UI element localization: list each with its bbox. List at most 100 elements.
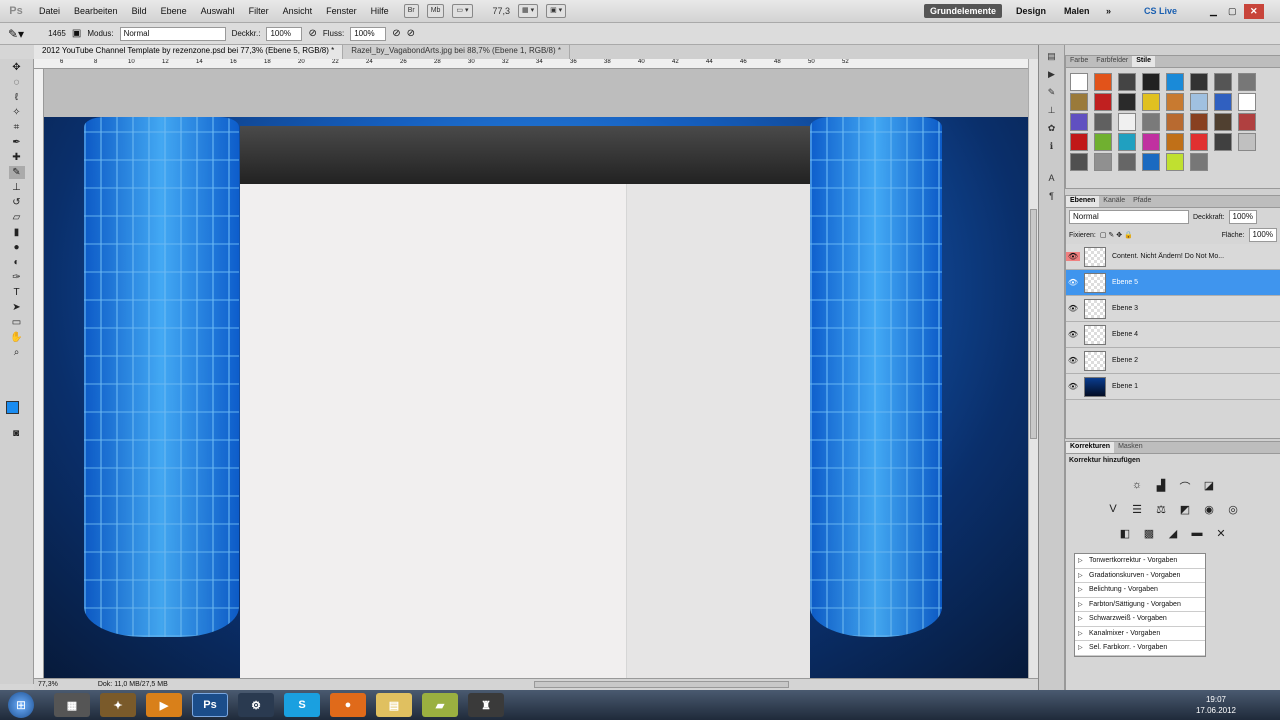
tool-presets-icon[interactable]: ✿ — [1045, 123, 1059, 135]
exposure-icon[interactable]: ◪ — [1200, 479, 1218, 495]
type-tool-icon[interactable]: T — [9, 286, 25, 299]
taskbar-photoshop[interactable]: Ps — [192, 693, 228, 717]
workspace-malen[interactable]: Malen — [1058, 4, 1096, 18]
taskbar-firefox[interactable]: ● — [330, 693, 366, 717]
gradient-map-icon[interactable]: ▬ — [1188, 527, 1206, 543]
posterize-icon[interactable]: ▩ — [1140, 527, 1158, 543]
style-swatch[interactable] — [1142, 73, 1160, 91]
color-balance-icon[interactable]: ⚖ — [1152, 503, 1170, 519]
adjustment-preset-item[interactable]: Sel. Farbkorr. - Vorgaben — [1075, 641, 1205, 656]
tab-pfade[interactable]: Pfade — [1129, 196, 1155, 207]
menu-bild[interactable]: Bild — [125, 6, 154, 16]
adjustment-preset-item[interactable]: Tonwertkorrektur - Vorgaben — [1075, 554, 1205, 569]
taskbar-clock[interactable]: 19:07 17.06.2012 — [1196, 694, 1236, 716]
layer-row[interactable]: 👁 Ebene 1 — [1066, 374, 1280, 400]
vibrance-icon[interactable]: V — [1104, 503, 1122, 519]
history-panel-icon[interactable]: ▤ — [1045, 51, 1059, 63]
style-swatch[interactable] — [1214, 113, 1232, 131]
visibility-eye-icon[interactable]: 👁 — [1066, 252, 1080, 261]
style-swatch[interactable] — [1238, 73, 1256, 91]
canvas-area[interactable] — [44, 69, 1028, 678]
adjustment-preset-item[interactable]: Kanalmixer - Vorgaben — [1075, 627, 1205, 641]
style-swatch[interactable] — [1118, 93, 1136, 111]
tab-ebenen[interactable]: Ebenen — [1066, 196, 1100, 207]
brightness-icon[interactable]: ☼ — [1128, 479, 1146, 495]
cs-live-button[interactable]: CS Live — [1138, 4, 1183, 18]
eyedropper-tool-icon[interactable]: ✒ — [9, 136, 25, 149]
close-icon[interactable]: ✕ — [1244, 4, 1264, 19]
menu-auswahl[interactable]: Auswahl — [194, 6, 242, 16]
brush-tool-icon[interactable]: ✎▾ — [8, 27, 24, 41]
vertical-scroll-thumb[interactable] — [1030, 209, 1037, 439]
workspace-design[interactable]: Design — [1010, 4, 1052, 18]
hand-tool-icon[interactable]: ✋ — [9, 331, 25, 344]
visibility-eye-icon[interactable]: 👁 — [1066, 330, 1080, 339]
black-white-icon[interactable]: ◩ — [1176, 503, 1194, 519]
brush-tool-icon[interactable]: ✎ — [8, 166, 25, 179]
menu-ebene[interactable]: Ebene — [154, 6, 194, 16]
style-swatch[interactable] — [1166, 93, 1184, 111]
dodge-tool-icon[interactable]: ◐ — [9, 256, 25, 269]
style-swatch[interactable] — [1094, 133, 1112, 151]
tab-kanaele[interactable]: Kanäle — [1099, 196, 1129, 207]
tab-masken[interactable]: Masken — [1114, 442, 1147, 453]
visibility-eye-icon[interactable]: 👁 — [1066, 382, 1080, 391]
taskbar-steam[interactable]: ⚙ — [238, 693, 274, 717]
visibility-eye-icon[interactable]: 👁 — [1066, 304, 1080, 313]
pen-tool-icon[interactable]: ✑ — [9, 271, 25, 284]
screen-mode-button[interactable]: ▣ ▾ — [546, 4, 567, 18]
lock-icons[interactable]: ▢ ✎ ✥ 🔒 — [1100, 231, 1133, 239]
healing-tool-icon[interactable]: ✚ — [9, 151, 25, 164]
marquee-tool-icon[interactable]: ◌ — [9, 76, 25, 89]
menu-datei[interactable]: Datei — [32, 6, 67, 16]
eraser-tool-icon[interactable]: ▱ — [9, 211, 25, 224]
brush-presets-icon[interactable]: ✎ — [1045, 87, 1059, 99]
channel-mixer-icon[interactable]: ◎ — [1224, 503, 1242, 519]
style-swatch[interactable] — [1070, 73, 1088, 91]
vertical-scrollbar[interactable] — [1028, 59, 1038, 678]
quick-select-tool-icon[interactable]: ✧ — [9, 106, 25, 119]
tab-farbfelder[interactable]: Farbfelder — [1092, 56, 1132, 67]
style-swatch[interactable] — [1166, 113, 1184, 131]
style-swatch[interactable] — [1166, 73, 1184, 91]
style-swatch[interactable] — [1094, 73, 1112, 91]
layer-row[interactable]: 👁 Content. Nicht Ändern! Do Not Mo... — [1066, 244, 1280, 270]
menu-fenster[interactable]: Fenster — [319, 6, 364, 16]
style-swatch[interactable] — [1142, 153, 1160, 171]
style-swatch[interactable] — [1142, 133, 1160, 151]
actions-panel-icon[interactable]: ▶ — [1045, 69, 1059, 81]
style-swatch[interactable] — [1190, 153, 1208, 171]
style-swatch[interactable] — [1214, 133, 1232, 151]
taskbar-app-10[interactable]: ♜ — [468, 693, 504, 717]
brush-size[interactable]: 1465 — [48, 29, 66, 38]
brush-panel-icon[interactable]: ▣ — [72, 28, 81, 39]
style-swatch[interactable] — [1118, 73, 1136, 91]
visibility-eye-icon[interactable]: 👁 — [1066, 356, 1080, 365]
history-brush-icon[interactable]: ↺ — [9, 196, 25, 209]
quick-mask-icon[interactable]: ◙ — [8, 427, 24, 440]
style-swatch[interactable] — [1118, 133, 1136, 151]
taskbar-app-9[interactable]: ▰ — [422, 693, 458, 717]
taskbar-skype[interactable]: S — [284, 693, 320, 717]
menu-bearbeiten[interactable]: Bearbeiten — [67, 6, 125, 16]
style-swatch[interactable] — [1070, 93, 1088, 111]
curves-icon[interactable]: ⌒ — [1176, 479, 1194, 495]
crop-tool-icon[interactable]: ⌗ — [9, 121, 25, 134]
hue-saturation-icon[interactable]: ☰ — [1128, 503, 1146, 519]
taskbar-app-1[interactable]: ▦ — [54, 693, 90, 717]
lasso-tool-icon[interactable]: ℓ — [9, 91, 25, 104]
bridge-button[interactable]: Br — [403, 4, 419, 18]
minibridge-button[interactable]: Mb — [426, 4, 445, 18]
style-swatch[interactable] — [1190, 113, 1208, 131]
tab-youtube-template[interactable]: 2012 YouTube Channel Template by rezenzo… — [34, 45, 344, 59]
adjustment-preset-item[interactable]: Belichtung - Vorgaben — [1075, 583, 1205, 598]
mode-select[interactable]: Normal — [119, 26, 226, 41]
character-panel-icon[interactable]: A — [1045, 173, 1059, 185]
style-swatch[interactable] — [1070, 133, 1088, 151]
menu-hilfe[interactable]: Hilfe — [364, 6, 396, 16]
blend-mode-select[interactable]: Normal — [1069, 210, 1189, 224]
style-swatch[interactable] — [1070, 153, 1088, 171]
path-select-tool-icon[interactable]: ➤ — [9, 301, 25, 314]
tab-korrekturen[interactable]: Korrekturen — [1066, 442, 1115, 453]
style-swatch[interactable] — [1142, 113, 1160, 131]
